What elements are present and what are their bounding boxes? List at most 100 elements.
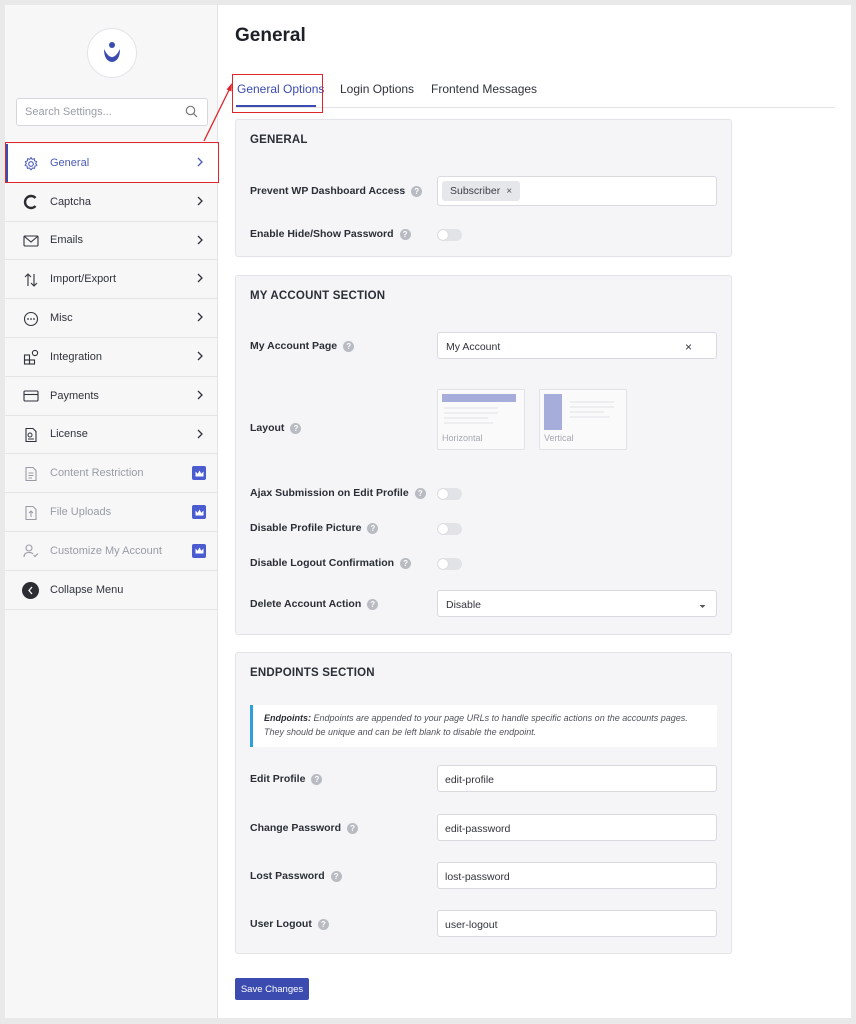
- chevron-left-icon: [22, 581, 39, 599]
- info-title: Endpoints:: [264, 713, 311, 723]
- sidebar-item-integration[interactable]: Integration: [5, 338, 218, 377]
- tab-general-options[interactable]: General Options: [237, 82, 324, 96]
- active-tab-indicator: [236, 105, 316, 107]
- help-icon[interactable]: ?: [343, 340, 355, 352]
- field-label: Edit Profile: [250, 773, 306, 785]
- endpoints-section: ENDPOINTS SECTION Endpoints: Endpoints a…: [235, 652, 732, 954]
- more-circle-icon: [22, 310, 39, 327]
- layout-option-label: Horizontal: [442, 433, 483, 443]
- select-value: My Account: [446, 341, 501, 353]
- sidebar-item-general[interactable]: General: [5, 144, 218, 183]
- endpoints-info-box: Endpoints: Endpoints are appended to you…: [250, 705, 717, 747]
- sidebar-item-label: Emails: [50, 234, 84, 247]
- help-icon[interactable]: ?: [367, 598, 379, 610]
- integration-icon: [22, 349, 39, 366]
- field-label: User Logout: [250, 918, 312, 930]
- change-password-label: Change Password ?: [250, 822, 359, 834]
- sidebar-item-customize-my-account[interactable]: Customize My Account: [5, 532, 218, 571]
- field-label: Disable Profile Picture: [250, 522, 362, 534]
- dropdown-caret-icon: [699, 600, 706, 612]
- sidebar-item-file-uploads[interactable]: File Uploads: [5, 493, 218, 532]
- change-password-input[interactable]: edit-password: [437, 814, 717, 841]
- tag-remove-icon[interactable]: ×: [506, 186, 512, 197]
- my-account-page-select[interactable]: My Account ×: [437, 332, 717, 359]
- collapse-menu-button[interactable]: Collapse Menu: [5, 571, 218, 610]
- tab-frontend-messages[interactable]: Frontend Messages: [431, 82, 537, 96]
- field-label: Prevent WP Dashboard Access: [250, 185, 406, 197]
- envelope-icon: [22, 233, 39, 250]
- tab-bar: General Options Login Options Frontend M…: [235, 74, 835, 108]
- layout-option-label: Vertical: [544, 433, 574, 443]
- help-icon[interactable]: ?: [400, 557, 412, 569]
- annotation-arrow: [203, 83, 232, 142]
- disable-profile-picture-toggle[interactable]: [437, 523, 462, 535]
- layout-vertical-option[interactable]: Vertical: [539, 389, 627, 450]
- license-icon: [22, 427, 39, 444]
- my-account-page-label: My Account Page ?: [250, 340, 355, 352]
- field-label: Lost Password: [250, 870, 325, 882]
- save-changes-button[interactable]: Save Changes: [235, 978, 309, 1000]
- sidebar-item-content-restriction[interactable]: Content Restriction: [5, 454, 218, 494]
- sidebar-item-label: Collapse Menu: [50, 583, 124, 596]
- clear-icon[interactable]: ×: [685, 340, 692, 354]
- edit-profile-input[interactable]: edit-profile: [437, 765, 717, 792]
- user-logout-label: User Logout ?: [250, 918, 329, 930]
- sidebar-item-label: General: [50, 156, 90, 169]
- delete-account-action-select[interactable]: Disable: [437, 590, 717, 617]
- disable-logout-confirmation-toggle[interactable]: [437, 558, 462, 570]
- help-icon[interactable]: ?: [317, 918, 329, 930]
- help-icon[interactable]: ?: [399, 228, 411, 240]
- sidebar-item-import-export[interactable]: Import/Export: [5, 260, 218, 300]
- user-logout-input[interactable]: user-logout: [437, 910, 717, 937]
- input-value: edit-profile: [445, 774, 495, 786]
- search-input[interactable]: [25, 99, 175, 125]
- lost-password-input[interactable]: lost-password: [437, 862, 717, 889]
- help-icon[interactable]: ?: [414, 487, 426, 499]
- input-value: lost-password: [445, 871, 510, 883]
- sidebar-item-label: Captcha: [50, 195, 91, 208]
- input-value: user-logout: [445, 919, 498, 931]
- help-icon[interactable]: ?: [330, 870, 342, 882]
- help-icon[interactable]: ?: [311, 773, 323, 785]
- sidebar-menu: General Captcha Emails Import/Export Mis…: [5, 144, 218, 610]
- brand-logo-icon: [104, 42, 120, 62]
- app-frame: General Captcha Emails: [5, 5, 851, 1018]
- sidebar-item-label: Payments: [50, 389, 99, 402]
- field-label: Change Password: [250, 822, 342, 834]
- sidebar-item-emails[interactable]: Emails: [5, 222, 218, 261]
- search-icon[interactable]: [185, 105, 198, 123]
- ajax-submission-toggle[interactable]: [437, 488, 462, 500]
- chevron-right-icon: [196, 156, 204, 171]
- chevron-right-icon: [196, 234, 204, 249]
- field-label: Enable Hide/Show Password: [250, 228, 394, 240]
- file-upload-icon: [22, 504, 39, 521]
- import-export-icon: [22, 271, 39, 288]
- help-icon[interactable]: ?: [411, 185, 423, 197]
- sidebar-item-payments[interactable]: Payments: [5, 377, 218, 416]
- chevron-right-icon: [196, 195, 204, 210]
- tab-login-options[interactable]: Login Options: [340, 82, 414, 96]
- sidebar-item-label: Import/Export: [50, 273, 117, 286]
- input-value: edit-password: [445, 823, 511, 835]
- sidebar-item-captcha[interactable]: Captcha: [5, 183, 218, 222]
- captcha-icon: [22, 194, 39, 211]
- my-account-section: MY ACCOUNT SECTION My Account Page ? My …: [235, 275, 732, 635]
- sidebar-item-label: License: [50, 428, 88, 441]
- help-icon[interactable]: ?: [290, 422, 302, 434]
- hide-show-password-toggle[interactable]: [437, 229, 462, 241]
- content-restriction-icon: [22, 465, 39, 482]
- section-title: MY ACCOUNT SECTION: [250, 290, 386, 302]
- sidebar-item-label: Integration: [50, 350, 102, 363]
- layout-label: Layout ?: [250, 422, 302, 434]
- section-title: GENERAL: [250, 134, 308, 146]
- sidebar-item-misc[interactable]: Misc: [5, 299, 218, 338]
- help-icon[interactable]: ?: [347, 822, 359, 834]
- prevent-dashboard-select[interactable]: Subscriber ×: [437, 176, 717, 206]
- subscriber-tag: Subscriber ×: [442, 181, 521, 201]
- edit-profile-label: Edit Profile ?: [250, 773, 323, 785]
- field-label: Layout: [250, 422, 285, 434]
- help-icon[interactable]: ?: [367, 522, 379, 534]
- sidebar-item-license[interactable]: License: [5, 416, 218, 455]
- layout-horizontal-option[interactable]: Horizontal: [437, 389, 525, 450]
- delete-account-action-label: Delete Account Action ?: [250, 598, 379, 610]
